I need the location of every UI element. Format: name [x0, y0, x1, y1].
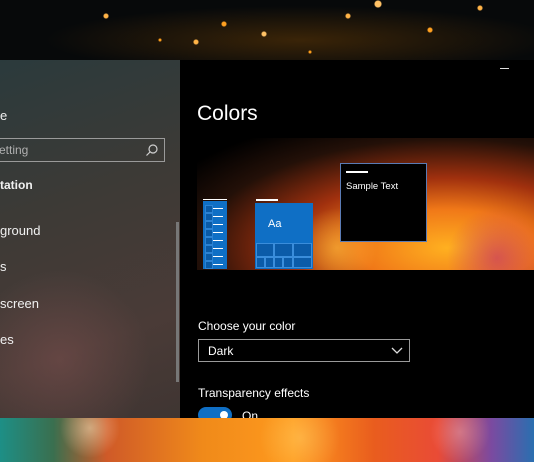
- settings-search-field[interactable]: [0, 138, 165, 162]
- preview-tiles-bar: [256, 199, 278, 201]
- sample-text: Sample Text: [346, 181, 399, 192]
- preview-start-menu: [203, 201, 227, 269]
- preview-tiles: [255, 203, 313, 269]
- choose-color-dropdown[interactable]: Dark: [198, 339, 410, 362]
- settings-sidebar: [0, 60, 180, 418]
- minimize-icon[interactable]: [500, 68, 509, 69]
- sidebar-section-heading: tation: [0, 178, 33, 192]
- choose-color-value: Dark: [208, 344, 234, 358]
- preview-start-menu-bar: [203, 199, 227, 200]
- sidebar-home-item[interactable]: e: [0, 108, 7, 123]
- desktop-wallpaper-top: [0, 0, 534, 60]
- transparency-effects-label: Transparency effects: [198, 386, 310, 400]
- chevron-down-icon: [391, 347, 403, 354]
- page-title: Colors: [197, 102, 258, 125]
- preview-sample-window: Sample Text: [340, 163, 427, 242]
- search-input[interactable]: [0, 142, 139, 158]
- sidebar-item-background[interactable]: ground: [0, 223, 40, 238]
- sidebar-scrollbar[interactable]: [176, 222, 179, 382]
- sidebar-item-themes[interactable]: es: [0, 332, 14, 347]
- preview-tile-text: Aa: [268, 218, 282, 230]
- sidebar-item-lock-screen[interactable]: screen: [0, 296, 39, 311]
- sidebar-item-colors[interactable]: s: [0, 259, 7, 274]
- desktop-wallpaper-bottom: [0, 418, 534, 462]
- choose-color-label: Choose your color: [198, 319, 296, 333]
- search-icon[interactable]: [145, 143, 159, 157]
